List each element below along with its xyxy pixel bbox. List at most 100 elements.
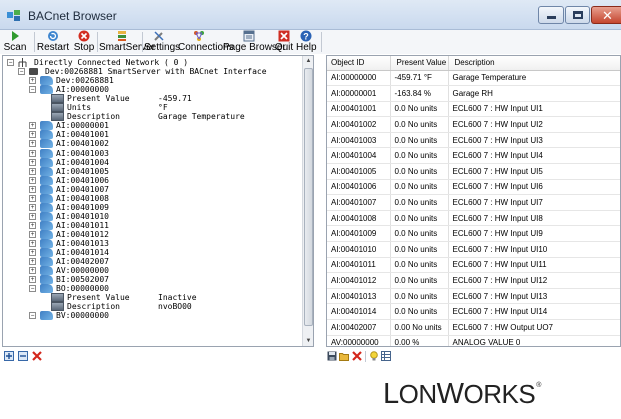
table-row[interactable]: AI:00401009 0.0 No units ECL600 7 : HW Inp… — [327, 225, 620, 243]
expand-node-icon[interactable]: + — [29, 221, 36, 229]
table-row[interactable]: AI:00000001 -163.84 % Garage RH — [327, 85, 620, 102]
expand-node-icon[interactable]: + — [29, 276, 36, 284]
tree-node-object[interactable]: − BV:00000000 — [3, 311, 301, 321]
tree-node-object[interactable]: + AI:00401004 — [3, 157, 301, 167]
tree-scrollbar[interactable]: ▲ ▼ — [302, 56, 313, 346]
tree-node-property[interactable]: Present Value -459.71 — [3, 94, 301, 104]
table-row[interactable]: AI:00401002 0.0 No units ECL600 7 : HW Inp… — [327, 116, 620, 133]
tree-node-object[interactable]: + BI:00502007 — [3, 275, 301, 285]
scroll-thumb[interactable] — [304, 68, 313, 326]
table-row[interactable]: AI:00401003 0.0 No units ECL600 7 : HW Inp… — [327, 132, 620, 149]
table-row[interactable]: AI:00000000 -459.71 °F Garage Temperature — [327, 70, 620, 87]
delete-icon[interactable] — [32, 351, 42, 361]
settings-button[interactable]: Settings — [144, 30, 180, 54]
tree-node-object[interactable]: + AI:00401006 — [3, 175, 301, 185]
tree-node-object[interactable]: − BO:00000000 — [3, 284, 301, 294]
tree-node-sub-device[interactable]: + Dev:00268881 — [3, 76, 301, 86]
tree-node-object[interactable]: + AI:00401013 — [3, 239, 301, 248]
expand-node-icon[interactable]: + — [29, 122, 36, 130]
table-row[interactable]: AI:00401007 0.0 No units ECL600 7 : HW Inp… — [327, 194, 620, 211]
quit-button[interactable]: Quit — [274, 30, 294, 54]
maximize-button[interactable] — [565, 6, 590, 24]
tree-node-object[interactable]: + AI:00401014 — [3, 248, 301, 258]
expand-node-icon[interactable]: + — [29, 140, 36, 148]
expand-node-icon[interactable]: + — [29, 249, 36, 257]
save-icon[interactable] — [327, 351, 337, 361]
tree-node-object[interactable]: + AI:00401012 — [3, 229, 301, 239]
open-folder-icon[interactable] — [339, 351, 349, 361]
expand-node-icon[interactable]: + — [29, 167, 36, 175]
lightbulb-icon[interactable] — [369, 351, 379, 361]
tree-node-property[interactable]: Present Value Inactive — [3, 293, 301, 303]
table-row[interactable]: AV:00000000 0.00 % ANALOG VALUE 0 — [327, 335, 620, 346]
scan-button[interactable]: Scan — [0, 30, 30, 54]
expand-node-icon[interactable]: + — [29, 185, 36, 193]
table-view-icon[interactable] — [381, 351, 391, 361]
tree-node-object[interactable]: + AI:00401008 — [3, 193, 301, 203]
connections-button[interactable]: Connections — [178, 30, 234, 54]
minimize-button[interactable] — [538, 6, 564, 24]
restart-button[interactable]: Restart — [36, 30, 70, 54]
tree-node-network[interactable]: − Directly Connected Network ( 0 ) — [3, 58, 301, 67]
tree-node-object[interactable]: + AI:00401005 — [3, 166, 301, 176]
help-button[interactable]: ? Help — [296, 30, 317, 54]
object-tree[interactable]: ▲ ▼ − Directly Connected Network ( 0 ) − De… — [2, 55, 314, 347]
scroll-down-icon[interactable]: ▼ — [304, 337, 313, 346]
tree-node-object[interactable]: + AI:00401007 — [3, 184, 301, 194]
table-row[interactable]: AI:00401001 0.0 No units ECL600 7 : HW Inp… — [327, 101, 620, 118]
tree-node-object[interactable]: + AI:00401009 — [3, 202, 301, 212]
page-browser-button[interactable]: Page Browser — [223, 30, 286, 54]
collapse-node-icon[interactable]: − — [29, 86, 36, 94]
tree-node-property[interactable]: Description nvoBO00 — [3, 302, 301, 312]
expand-node-icon[interactable]: + — [29, 158, 36, 166]
column-header-description[interactable]: Description — [448, 56, 620, 71]
collapse-node-icon[interactable]: − — [7, 59, 14, 66]
expand-node-icon[interactable]: + — [29, 203, 36, 211]
column-header-present-value[interactable]: Present Value — [390, 56, 449, 71]
tree-node-object[interactable]: + AI:00401010 — [3, 211, 301, 221]
expand-node-icon[interactable]: + — [29, 176, 36, 184]
table-row[interactable]: AI:00401014 0.0 No units ECL600 7 : HW Inp… — [327, 303, 620, 320]
expand-node-icon[interactable]: + — [29, 194, 36, 202]
tree-node-object[interactable]: − AI:00000000 — [3, 85, 301, 95]
table-row[interactable]: AI:00401004 0.0 No units ECL600 7 : HW Inp… — [327, 147, 620, 165]
expand-node-icon[interactable]: + — [29, 149, 36, 157]
tree-node-object[interactable]: + AV:00000000 — [3, 266, 301, 276]
tree-node-device[interactable]: − Dev:00268881 SmartServer with BACnet In… — [3, 67, 301, 76]
collapse-node-icon[interactable]: − — [29, 285, 36, 293]
expand-node-icon[interactable]: + — [29, 131, 36, 139]
tree-node-object[interactable]: + AI:00000001 — [3, 121, 301, 131]
column-header-object-id[interactable]: Object ID — [327, 56, 391, 71]
expand-node-icon[interactable]: + — [29, 240, 36, 247]
table-row[interactable]: AI:00401012 0.0 No units ECL600 7 : HW Inp… — [327, 272, 620, 289]
expand-node-icon[interactable]: + — [29, 212, 36, 220]
table-row[interactable]: AI:00401006 0.0 No units ECL600 7 : HW Inp… — [327, 179, 620, 196]
expand-all-icon[interactable] — [4, 351, 14, 361]
collapse-node-icon[interactable]: − — [18, 68, 25, 76]
collapse-node-icon[interactable]: − — [29, 312, 36, 320]
table-row[interactable]: AI:00402007 0.00 No units ECL600 7 : HW Ou… — [327, 319, 620, 336]
expand-node-icon[interactable]: + — [29, 267, 36, 275]
expand-node-icon[interactable]: + — [29, 258, 36, 266]
tree-node-property[interactable]: Description Garage Temperature — [3, 112, 301, 122]
table-row[interactable]: AI:00401011 0.0 No units ECL600 7 : HW Inp… — [327, 257, 620, 274]
collapse-all-icon[interactable] — [18, 351, 28, 361]
remove-icon[interactable] — [352, 351, 362, 361]
tree-node-object[interactable]: + AI:00401011 — [3, 220, 301, 230]
tree-node-label: Description — [67, 112, 120, 122]
table-row[interactable]: AI:00401005 0.0 No units ECL600 7 : HW Inp… — [327, 163, 620, 180]
scroll-up-icon[interactable]: ▲ — [304, 57, 313, 66]
tree-node-object[interactable]: + AI:00402007 — [3, 257, 301, 267]
tree-node-object[interactable]: + AI:00401001 — [3, 130, 301, 140]
expand-node-icon[interactable]: + — [29, 230, 36, 238]
smartserver-button[interactable]: SmartServer — [99, 30, 155, 54]
tree-node-property[interactable]: Units °F — [3, 103, 301, 113]
close-button[interactable]: ✕ — [591, 6, 621, 24]
tree-node-object[interactable]: + AI:00401003 — [3, 148, 301, 158]
table-row[interactable]: AI:00401008 0.0 No units ECL600 7 : HW Inp… — [327, 210, 620, 227]
table-row[interactable]: AI:00401010 0.0 No units ECL600 7 : HW Inp… — [327, 241, 620, 258]
expand-node-icon[interactable]: + — [29, 77, 36, 85]
tree-node-object[interactable]: + AI:00401002 — [3, 139, 301, 149]
stop-button[interactable]: Stop — [70, 30, 98, 54]
table-row[interactable]: AI:00401013 0.0 No units ECL600 7 : HW Inp… — [327, 288, 620, 305]
